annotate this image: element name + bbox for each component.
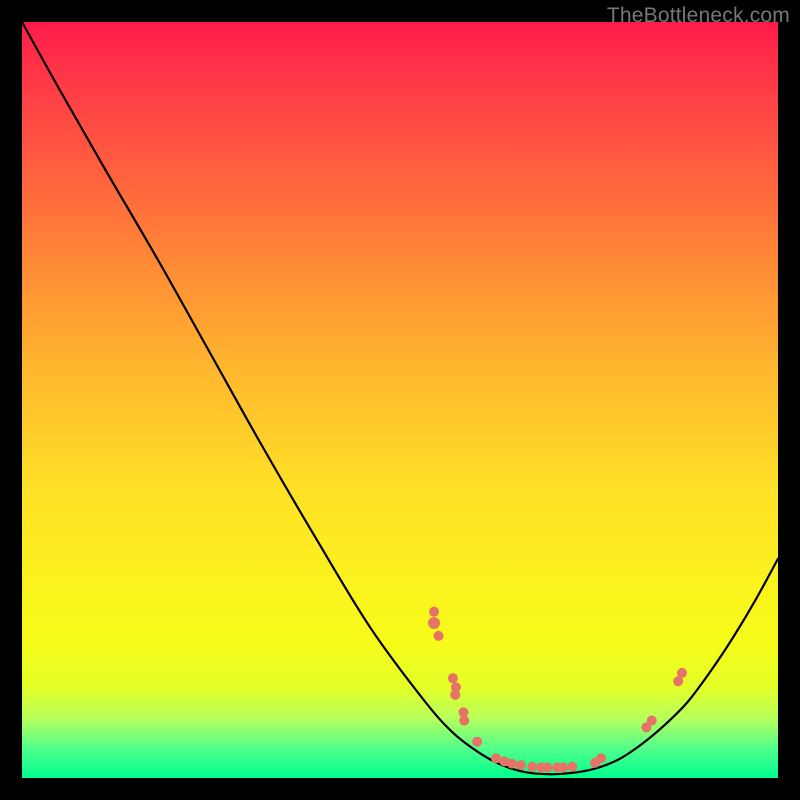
chart-marker (472, 737, 482, 747)
chart-markers (428, 607, 687, 773)
chart-marker (516, 760, 526, 770)
chart-plot-area (22, 22, 778, 778)
watermark-text: TheBottleneck.com (607, 4, 790, 28)
chart-marker (507, 759, 517, 769)
chart-marker (450, 690, 460, 700)
chart-marker (558, 762, 568, 772)
chart-marker (527, 762, 537, 772)
chart-marker (448, 673, 458, 683)
chart-marker (542, 762, 552, 772)
chart-marker (434, 631, 444, 641)
chart-marker (647, 716, 657, 726)
chart-marker (459, 716, 469, 726)
chart-marker (596, 753, 606, 763)
chart-marker (677, 668, 687, 678)
chart-marker (428, 617, 440, 629)
bottleneck-curve (22, 22, 778, 774)
chart-marker (429, 607, 439, 617)
chart-svg (22, 22, 778, 778)
chart-marker (567, 762, 577, 772)
